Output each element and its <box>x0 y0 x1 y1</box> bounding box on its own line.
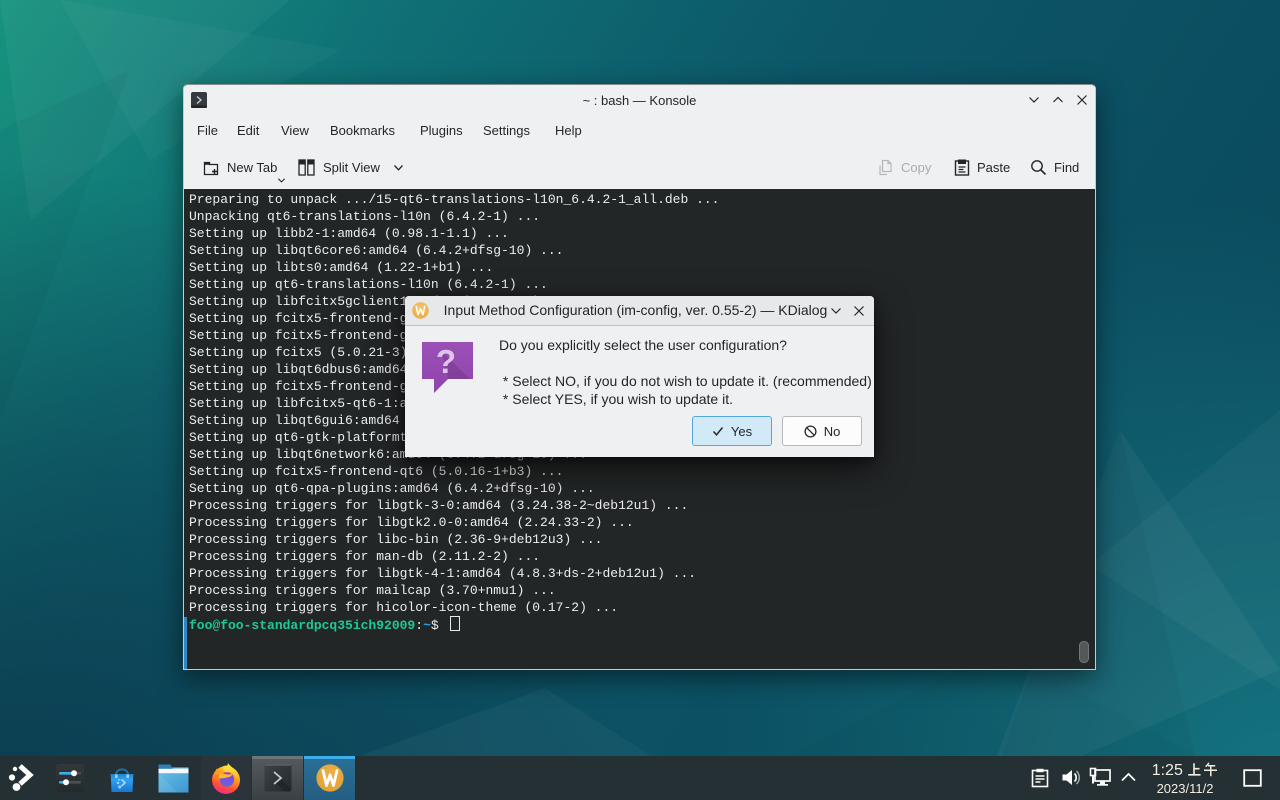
svg-text:?: ? <box>436 343 456 380</box>
